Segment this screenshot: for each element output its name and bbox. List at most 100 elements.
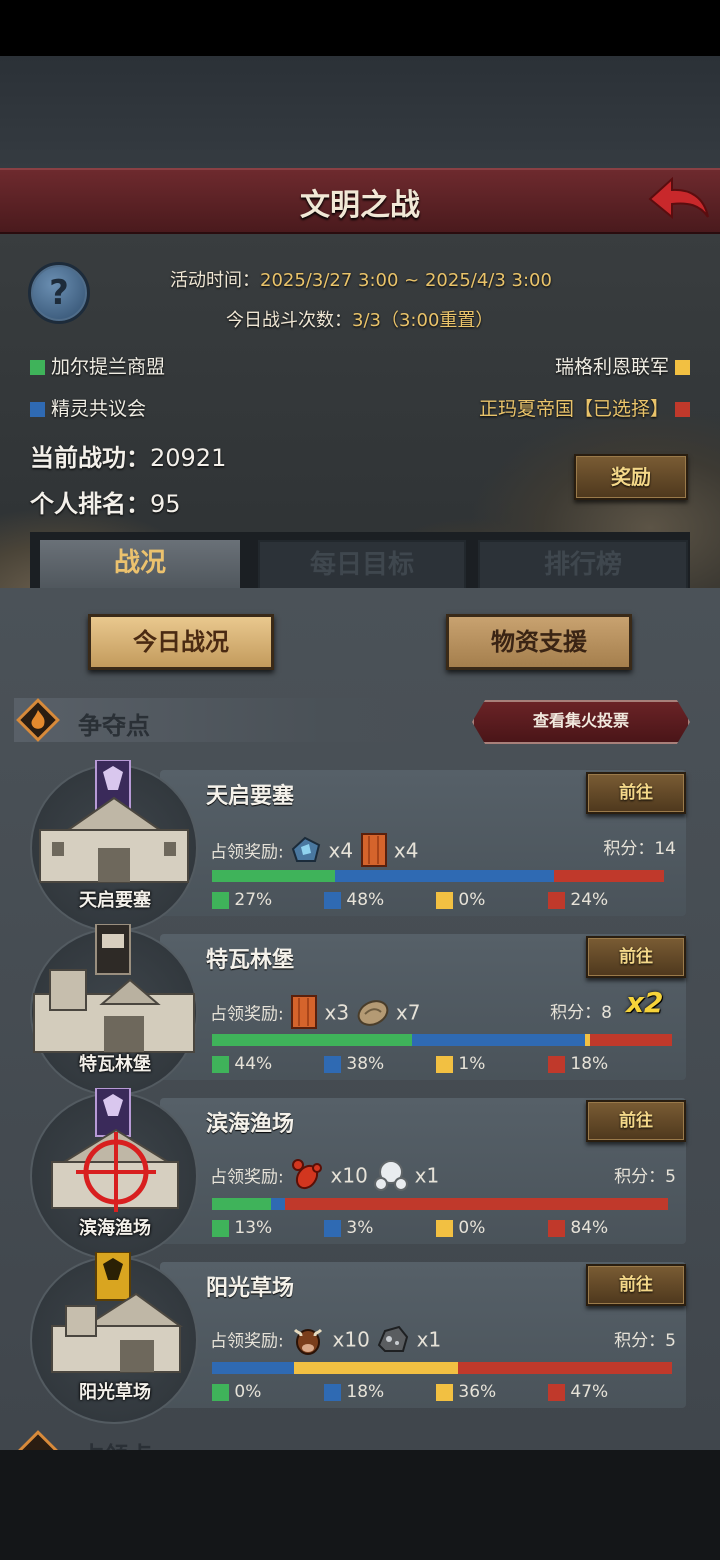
reward-row: 占领奖励: x10 x1 [210,1322,441,1361]
crystal-icon [289,835,323,870]
double-multiplier-badge: x2 [626,986,664,1019]
score: 积分：5 [614,1162,676,1187]
next-section-title: 占领点 [80,1436,152,1450]
battle-reset-time: 3:00重置 [398,310,476,331]
merit-value: 20921 [150,444,227,472]
tab-daily-goals[interactable]: 每日目标 [258,540,466,590]
blue-square-icon [324,891,341,909]
goto-button[interactable]: 前往 [586,1100,686,1142]
reward-qty: x1 [416,1327,442,1352]
activity-time: 活动时间：2025/3/27 3:00 ~ 2025/4/3 3:00 [170,266,552,292]
faction-yellow: 瑞格利恩联军 [555,352,690,379]
next-section-header: 占领点 [14,1426,314,1450]
yellow-percent: 0% [458,1218,486,1238]
today-status-button[interactable]: 今日战况 [88,614,274,670]
back-arrow-icon [648,176,709,220]
reward-qty: x4 [393,838,419,863]
red-segment [284,1198,668,1210]
score: 积分：14 [603,834,676,859]
castle-label: 天启要塞 [79,890,151,911]
score-value: 5 [665,1331,676,1351]
merit-label: 当前战功： [30,444,150,472]
green-percent: 44% [234,1054,273,1074]
castle-label: 阳光草场 [79,1382,151,1403]
red-segment [554,870,664,882]
faction-green: 加尔提兰商盟 [30,352,165,379]
red-percent: 24% [570,890,609,910]
castle-label: 特瓦林堡 [79,1054,151,1075]
red-square-icon [548,1055,565,1073]
top-backdrop [0,56,720,168]
fishery-icon [44,1087,184,1218]
rank-value: 95 [150,490,181,518]
yellow-percent: 36% [458,1382,497,1402]
blue-square-icon [324,1055,341,1073]
reward-button[interactable]: 奖励 [574,454,688,500]
battle-count-close: ） [475,310,494,331]
percent-row: 13% 3% 0% 84% [212,1218,664,1240]
goto-button[interactable]: 前往 [586,772,686,814]
blue-percent: 48% [346,890,385,910]
faction-name: 瑞格利恩联军 [554,356,669,378]
battle-count-label: 今日战斗次数： [226,310,352,331]
battle-count-value: 3/3（ [352,310,399,331]
blue-square-icon [30,402,45,417]
red-percent: 47% [570,1382,609,1402]
score: 积分：8 [550,998,612,1023]
goto-button[interactable]: 前往 [586,1264,686,1306]
score-value: 5 [665,1167,676,1187]
lobster-icon [289,1158,325,1197]
ore-icon [375,1323,411,1360]
yellow-percent: 0% [458,890,486,910]
percent-row: 27% 48% 0% 24% [212,890,664,912]
activity-time-label: 活动时间： [170,270,260,291]
reward-qty: x10 [332,1327,370,1352]
red-segment [590,1034,672,1046]
reward-label: 占领奖励: [210,1331,284,1352]
current-merit: 当前战功：20921 [30,438,226,473]
pearl-icon [373,1158,409,1197]
yellow-percent: 1% [458,1054,486,1074]
tab-leaderboard[interactable]: 排行榜 [478,540,688,590]
red-percent: 18% [570,1054,609,1074]
reward-row: 占领奖励: x4 x4 [210,832,418,873]
rank-label: 个人排名： [30,490,150,518]
blue-square-icon [324,1383,341,1401]
blue-segment [412,1034,586,1046]
supply-support-button[interactable]: 物资支援 [446,614,632,670]
cow-icon [289,1322,327,1361]
reward-qty: x3 [324,1000,350,1025]
control-bar [212,1198,668,1210]
blue-segment [212,1362,294,1374]
blue-segment [271,1198,285,1210]
reward-qty: x7 [395,1000,421,1025]
page-title: 文明之战 [300,188,420,223]
section-title: 争夺点 [78,712,150,740]
yellow-square-icon [436,1219,453,1237]
yellow-square-icon [436,1383,453,1401]
faction-name: 正玛夏帝国【已选择】 [478,398,669,420]
score-value: 8 [601,1003,612,1023]
fortress-icon [38,759,190,890]
bottom-backdrop [0,1450,720,1560]
percent-row: 44% 38% 1% 18% [212,1054,664,1076]
contest-point-name: 滨海渔场 [206,1112,295,1137]
back-button[interactable] [646,175,712,223]
red-square-icon [675,402,690,417]
reward-label: 占领奖励: [210,842,284,863]
score-label: 积分： [550,1003,602,1023]
green-square-icon [212,1055,229,1073]
control-bar [212,1362,672,1374]
yellow-square-icon [436,1055,453,1073]
green-segment [212,1198,272,1210]
percent-row: 0% 18% 36% 47% [212,1382,664,1404]
view-vote-button[interactable]: 查看集火投票 [472,700,690,744]
yellow-square-icon [675,360,690,375]
score-value: 14 [654,839,676,859]
goto-button[interactable]: 前往 [586,936,686,978]
castle-label: 滨海渔场 [79,1218,151,1239]
contest-point-name: 特瓦林堡 [206,948,295,973]
green-square-icon [212,891,229,909]
help-button[interactable]: ? [28,262,90,324]
green-square-icon [212,1383,229,1401]
